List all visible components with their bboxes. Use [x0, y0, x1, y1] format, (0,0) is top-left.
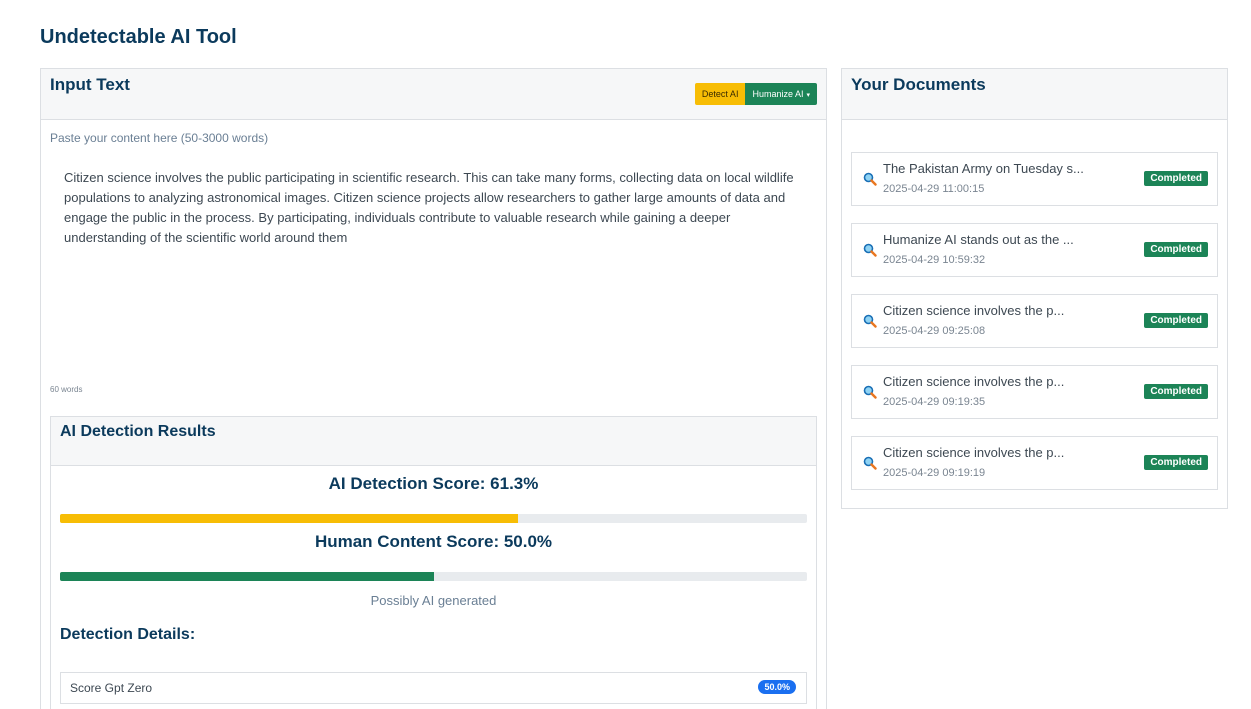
- results-card: AI Detection Results AI Detection Score:…: [50, 416, 817, 709]
- ai-score-progress-fill: [60, 514, 518, 523]
- document-date: 2025-04-29 09:25:08: [883, 325, 986, 337]
- human-score-progress-bar: [60, 572, 807, 581]
- status-badge: Completed: [1144, 313, 1208, 328]
- humanize-ai-dropdown-button[interactable]: Humanize AI ▾: [745, 83, 817, 105]
- document-title: Citizen science involves the p...: [883, 445, 1065, 460]
- documents-card: Your Documents The Pakistan Army on Tues…: [841, 68, 1228, 509]
- ai-detection-score: AI Detection Score: 61.3%: [328, 474, 539, 493]
- document-date: 2025-04-29 09:19:19: [883, 467, 986, 479]
- detection-verdict: Possibly AI generated: [370, 593, 497, 608]
- document-date: 2025-04-29 09:19:35: [883, 396, 986, 408]
- results-card-header: AI Detection Results: [51, 417, 816, 466]
- input-instructions-label: Paste your content here (50-3000 words): [50, 131, 269, 145]
- ai-score-progress-bar: [60, 514, 807, 523]
- content-textarea[interactable]: Citizen science involves the public part…: [64, 168, 809, 248]
- action-button-group: Detect AI Humanize AI ▾: [694, 83, 817, 105]
- magnifier-icon: [863, 314, 877, 328]
- document-title: The Pakistan Army on Tuesday s...: [883, 161, 1084, 176]
- detection-details-title: Detection Details:: [60, 626, 196, 643]
- detail-score-badge: 50.0%: [758, 680, 796, 694]
- detail-label: Score Gpt Zero: [70, 681, 153, 695]
- detail-row: Score Gpt Zero 50.0%: [60, 672, 807, 704]
- human-score-progress-fill: [60, 572, 434, 581]
- caret-down-icon: ▾: [806, 92, 810, 99]
- input-card-title: Input Text: [50, 75, 130, 94]
- documents-card-header: Your Documents: [842, 69, 1227, 120]
- results-card-title: AI Detection Results: [60, 423, 216, 440]
- page-title: Undetectable AI Tool: [40, 26, 237, 48]
- document-list-item[interactable]: Citizen science involves the p... 2025-04…: [851, 436, 1218, 490]
- document-title: Humanize AI stands out as the ...: [883, 232, 1074, 247]
- magnifier-icon: [863, 172, 877, 186]
- document-title: Citizen science involves the p...: [883, 303, 1065, 318]
- status-badge: Completed: [1144, 384, 1208, 399]
- human-content-score: Human Content Score: 50.0%: [314, 532, 553, 551]
- input-card: Input Text Detect AI Humanize AI ▾ Paste …: [40, 68, 827, 709]
- document-list-item[interactable]: Citizen science involves the p... 2025-04…: [851, 294, 1218, 348]
- input-card-header: Input Text Detect AI Humanize AI ▾: [41, 69, 826, 120]
- magnifier-icon: [863, 456, 877, 470]
- document-list-item[interactable]: The Pakistan Army on Tuesday s... 2025-04…: [851, 152, 1218, 206]
- status-badge: Completed: [1144, 455, 1208, 470]
- document-title: Citizen science involves the p...: [883, 374, 1065, 389]
- word-count: 60 words: [50, 385, 83, 394]
- magnifier-icon: [863, 385, 877, 399]
- document-list-item[interactable]: Citizen science involves the p... 2025-04…: [851, 365, 1218, 419]
- document-date: 2025-04-29 11:00:15: [883, 183, 985, 195]
- humanize-ai-label: Humanize AI: [752, 89, 804, 99]
- status-badge: Completed: [1144, 171, 1208, 186]
- documents-card-title: Your Documents: [851, 75, 986, 94]
- status-badge: Completed: [1144, 242, 1208, 257]
- detect-ai-button[interactable]: Detect AI: [694, 83, 746, 105]
- document-list-item[interactable]: Humanize AI stands out as the ... 2025-04…: [851, 223, 1218, 277]
- document-date: 2025-04-29 10:59:32: [883, 254, 986, 266]
- magnifier-icon: [863, 243, 877, 257]
